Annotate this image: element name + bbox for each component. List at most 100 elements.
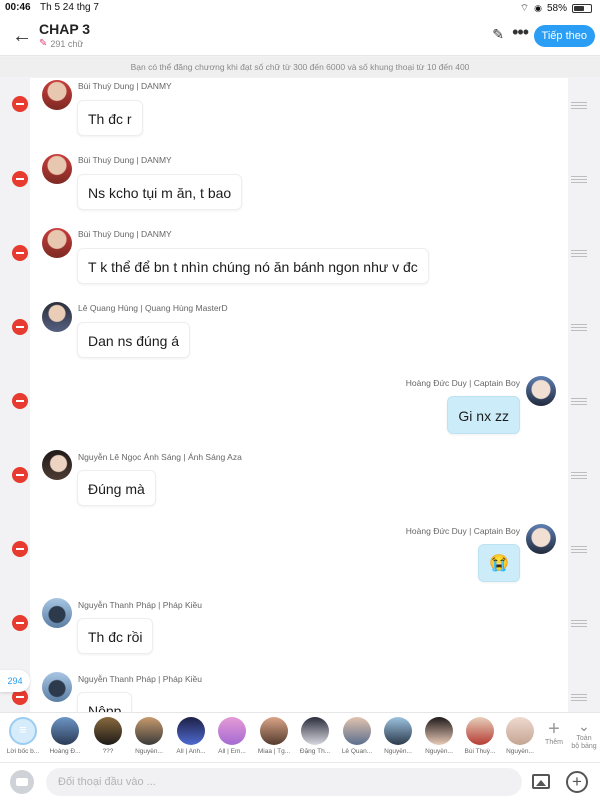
character-avatar	[260, 717, 288, 745]
character-label: Nguyễn...	[506, 748, 534, 755]
pencil-icon: ✎	[39, 38, 48, 49]
character-avatar	[425, 717, 453, 745]
character-avatar	[218, 717, 246, 745]
character-avatar	[343, 717, 371, 745]
avatar	[42, 302, 72, 332]
character-avatar	[94, 717, 122, 745]
word-count-text: 291 chữ	[50, 38, 84, 49]
message-bubble[interactable]: Dan ns đúng á	[77, 322, 191, 358]
reorder-handle[interactable]	[571, 324, 587, 331]
character-avatar	[466, 717, 494, 745]
dialogue-list[interactable]: Bùi Thuỳ Dung | DANMY Th đc r Bùi Thuỳ D…	[0, 78, 600, 712]
avatar	[526, 376, 556, 406]
reorder-handle[interactable]	[571, 546, 587, 553]
word-count: ✎ 291 chữ	[39, 38, 83, 49]
delete-line-button[interactable]	[12, 245, 28, 261]
all-characters-label-1: Toàn	[576, 735, 592, 742]
message-bubble[interactable]: 😭	[478, 544, 520, 582]
delete-line-button[interactable]	[12, 319, 28, 335]
character-label: All | Em...	[218, 748, 246, 755]
battery-icon	[572, 4, 592, 13]
reorder-handle[interactable]	[571, 250, 587, 257]
character-item[interactable]: Đặng Th...	[297, 717, 333, 755]
reorder-handle[interactable]	[571, 102, 587, 109]
image-icon[interactable]	[532, 774, 550, 789]
plus-icon: +	[548, 718, 560, 740]
avatar	[42, 154, 72, 184]
add-circle-icon[interactable]: +	[566, 771, 588, 793]
more-options-icon[interactable]: •••	[512, 22, 529, 43]
back-arrow-icon[interactable]: ←	[12, 25, 32, 48]
character-label: Miaa | Tg...	[257, 748, 291, 755]
character-item[interactable]: Nguyễn...	[380, 717, 416, 755]
status-right: ⌔ ◉ 58%	[520, 2, 592, 15]
character-item[interactable]: Miaa | Tg...	[256, 717, 292, 755]
message-bubble[interactable]: Th đc rồi	[77, 618, 154, 654]
speaker-name: Nguyễn Thanh Pháp | Pháp Kiều	[78, 600, 202, 610]
chapter-title: CHAP 3	[39, 21, 91, 37]
reorder-handle[interactable]	[571, 176, 587, 183]
message-bubble[interactable]: Th đc r	[77, 100, 143, 136]
status-time: 00:46	[5, 2, 31, 13]
character-item[interactable]: ???	[90, 717, 126, 755]
character-label: Đặng Th...	[299, 748, 331, 755]
character-label: Lời bốc b...	[6, 748, 40, 755]
character-item[interactable]: All | Em...	[214, 717, 250, 755]
speaker-name: Nguyễn Lê Ngọc Ánh Sáng | Ánh Sáng Aza	[78, 452, 242, 462]
reorder-handle[interactable]	[571, 472, 587, 479]
avatar	[42, 80, 72, 110]
edit-icon[interactable]: ✎	[492, 26, 504, 43]
reorder-handle[interactable]	[571, 694, 587, 701]
reorder-handle[interactable]	[571, 398, 587, 405]
character-avatar	[135, 717, 163, 745]
dialogue-input[interactable]	[46, 768, 522, 796]
character-label: Hoàng Đ...	[49, 748, 81, 755]
dialogue-input-bar: +	[0, 762, 600, 800]
chevron-down-icon: ⌄	[578, 718, 590, 734]
orientation-lock-icon: ◉	[534, 3, 542, 13]
delete-line-button[interactable]	[12, 171, 28, 187]
character-item[interactable]: Lê Quan...	[339, 717, 375, 755]
character-item[interactable]: Nguyễn...	[502, 717, 538, 755]
status-date: Th 5 24 thg 7	[40, 2, 99, 13]
speech-type-icon[interactable]	[10, 770, 34, 794]
character-item[interactable]: Bùi Thuỳ...	[462, 717, 498, 755]
dialogue-counter: 294	[0, 670, 30, 692]
character-item[interactable]: All | Anh...	[173, 717, 209, 755]
message-bubble[interactable]: Ns kcho tụi m ăn, t bao	[77, 174, 243, 210]
character-avatar	[384, 717, 412, 745]
character-avatar	[51, 717, 79, 745]
message-bubble[interactable]: T k thể để bn t nhìn chúng nó ăn bánh ng…	[77, 248, 429, 284]
character-label: Nguyễn...	[425, 748, 453, 755]
character-item[interactable]: Nguyễn...	[421, 717, 457, 755]
character-label: ???	[102, 748, 114, 755]
delete-line-button[interactable]	[12, 96, 28, 112]
character-avatar	[506, 717, 534, 745]
speaker-name: Hoàng Đức Duy | Captain Boy	[405, 526, 520, 536]
character-avatar	[301, 717, 329, 745]
message-bubble[interactable]: Nộpp	[77, 692, 133, 712]
battery-percent: 58%	[546, 3, 567, 14]
next-button[interactable]: Tiếp theo	[533, 25, 595, 47]
reorder-handle[interactable]	[571, 620, 587, 627]
add-character-label: Thêm	[545, 739, 563, 746]
character-selector: Lời bốc b... Hoàng Đ... ??? Nguyễn... Al…	[0, 712, 600, 762]
avatar	[526, 524, 556, 554]
message-bubble[interactable]: Gi nx zz	[447, 396, 520, 434]
wifi-icon: ⌔	[519, 3, 530, 14]
narrator-icon	[9, 717, 37, 745]
speaker-name: Bùi Thuỳ Dung | DANMY	[78, 81, 172, 91]
all-characters-button[interactable]: ⌄ Toàn bộ bảng	[568, 717, 600, 751]
character-item[interactable]: Nguyễn...	[131, 717, 167, 755]
delete-line-button[interactable]	[12, 541, 28, 557]
character-narrator[interactable]: Lời bốc b...	[5, 717, 41, 755]
delete-line-button[interactable]	[12, 615, 28, 631]
delete-line-button[interactable]	[12, 393, 28, 409]
character-avatar	[177, 717, 205, 745]
delete-line-button[interactable]	[12, 467, 28, 483]
message-bubble[interactable]: Đúng mà	[77, 470, 156, 506]
character-label: Bùi Thuỳ...	[464, 748, 496, 755]
all-characters-label-2: bộ bảng	[571, 743, 597, 750]
character-item[interactable]: Hoàng Đ...	[47, 717, 83, 755]
add-character-button[interactable]: + Thêm	[538, 719, 570, 746]
